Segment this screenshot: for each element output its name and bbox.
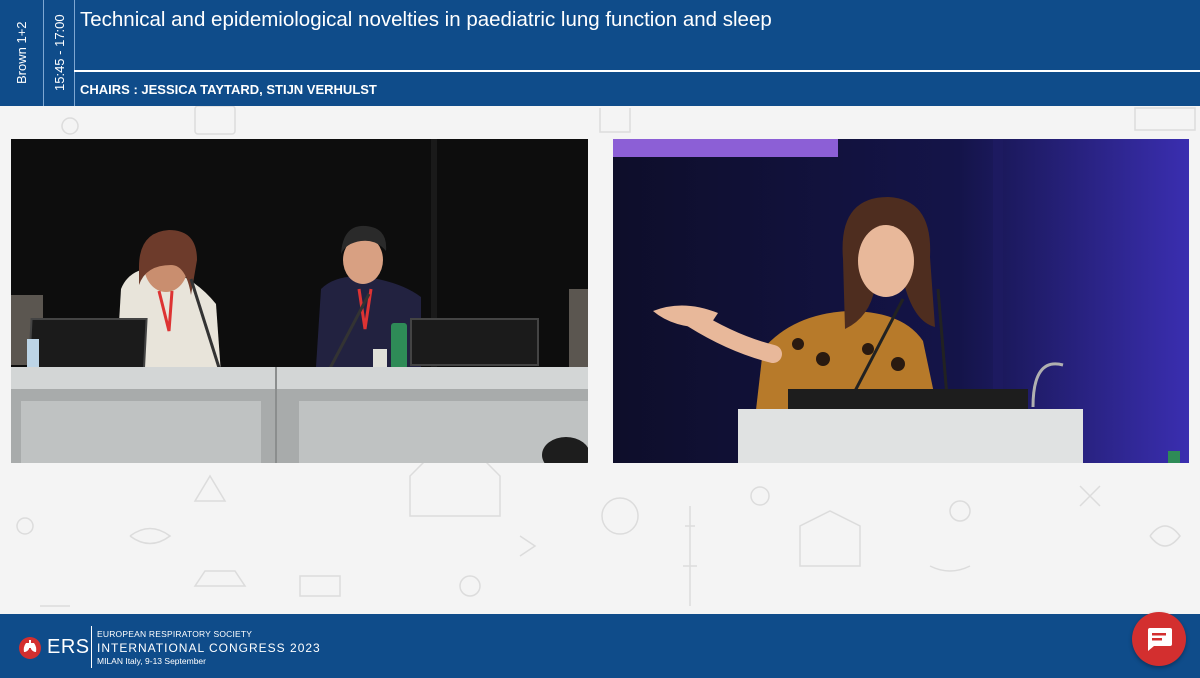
ers-lung-icon: [19, 637, 41, 659]
stage-area: [0, 106, 1200, 614]
session-title: Technical and epidemiological novelties …: [80, 8, 772, 31]
session-header: Brown 1+2 15:45 - 17:00 Technical and ep…: [0, 0, 1200, 106]
ers-brand: ERS: [47, 636, 90, 658]
session-chairs: CHAIRS : JESSICA TAYTARD, STIJN VERHULST: [80, 82, 377, 97]
congress-name: INTERNATIONAL CONGRESS 2023: [97, 641, 321, 655]
speaker-scene: [613, 139, 1189, 463]
society-name: EUROPEAN RESPIRATORY SOCIETY: [97, 629, 253, 639]
footer-divider: [91, 626, 92, 668]
chairs-scene: [11, 139, 588, 463]
congress-footer: ERS EUROPEAN RESPIRATORY SOCIETY INTERNA…: [0, 614, 1200, 678]
video-feed-chairs[interactable]: [11, 139, 588, 463]
header-divider: [74, 0, 75, 106]
chat-icon: [1148, 628, 1172, 651]
session-time: 15:45 - 17:00: [52, 14, 67, 92]
video-feed-speaker[interactable]: [613, 139, 1189, 463]
room-label: Brown 1+2: [14, 21, 29, 85]
chat-button[interactable]: [1132, 612, 1186, 666]
congress-venue: MILAN Italy, 9-13 September: [97, 656, 206, 666]
header-divider: [43, 0, 44, 106]
header-rule: [74, 70, 1200, 72]
